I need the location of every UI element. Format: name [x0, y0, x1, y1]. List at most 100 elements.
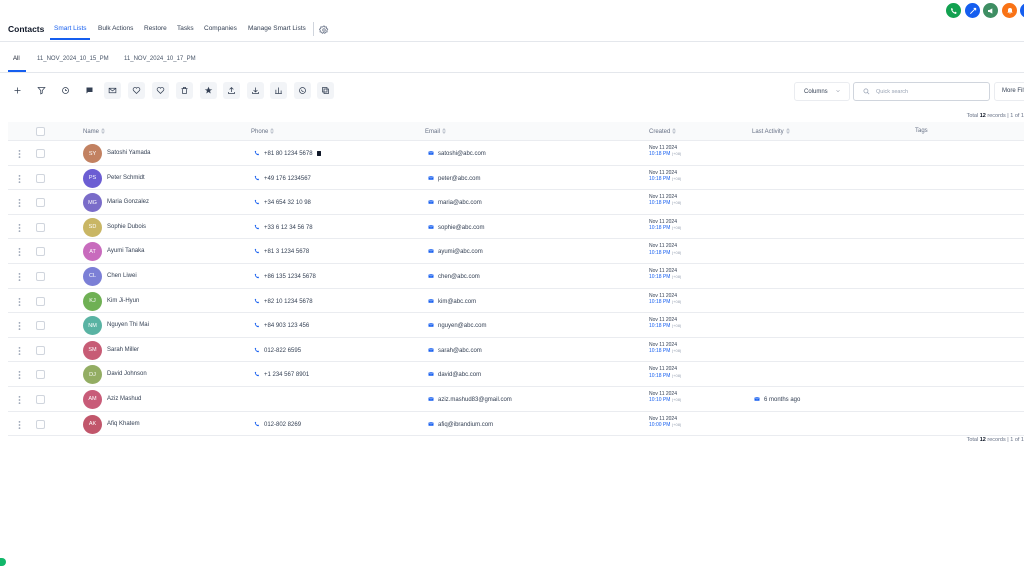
row-checkbox[interactable]: [36, 370, 45, 380]
phone-cell[interactable]: 012-822 6595: [254, 347, 301, 354]
table-row[interactable]: SD Sophie Dubois +33 6 12 34 56 78 sophi…: [8, 214, 1024, 240]
table-row[interactable]: AK Afiq Khatem 012-802 8269 afiq@ibrandi…: [8, 411, 1024, 437]
email-cell[interactable]: kim@abc.com: [428, 298, 476, 305]
header-name[interactable]: Name: [83, 128, 106, 135]
kebab-menu-icon[interactable]: [18, 371, 21, 380]
phone-cell[interactable]: +84 903 123 456: [254, 322, 309, 329]
dispatch-icon[interactable]: [965, 3, 980, 18]
row-checkbox[interactable]: [36, 173, 45, 183]
bell-icon[interactable]: [1002, 3, 1017, 18]
columns-button[interactable]: Columns: [794, 82, 850, 101]
email-cell[interactable]: peter@abc.com: [428, 175, 480, 182]
select-all-checkbox[interactable]: [36, 127, 45, 136]
email-cell[interactable]: afiq@ibrandium.com: [428, 421, 493, 428]
phone-cell[interactable]: 012-802 8269: [254, 421, 301, 428]
kebab-menu-icon[interactable]: [18, 346, 21, 355]
contact-name[interactable]: Sarah Miller: [107, 347, 139, 353]
copy-icon[interactable]: [316, 150, 322, 156]
duplicate-icon[interactable]: [317, 82, 334, 99]
email-cell[interactable]: david@abc.com: [428, 371, 481, 378]
contact-name[interactable]: Aziz Mashud: [107, 396, 141, 402]
email-cell[interactable]: ayumi@abc.com: [428, 248, 483, 255]
phone-cell[interactable]: +1 234 567 8901: [254, 371, 309, 378]
phone-cell[interactable]: +49 176 1234567: [254, 175, 311, 182]
header-tags[interactable]: Tags: [915, 128, 928, 134]
contact-name[interactable]: David Johnson: [107, 371, 147, 377]
table-row[interactable]: CL Chen Liwei +86 135 1234 5678 chen@abc…: [8, 263, 1024, 289]
phone-cell[interactable]: +81 80 1234 5678: [254, 150, 326, 157]
kebab-menu-icon[interactable]: [18, 297, 21, 306]
tab-companies[interactable]: Companies: [204, 25, 237, 32]
email-cell[interactable]: chen@abc.com: [428, 273, 480, 280]
row-checkbox[interactable]: [36, 296, 45, 306]
message-icon[interactable]: [81, 82, 98, 99]
email-cell[interactable]: satoshi@abc.com: [428, 150, 486, 157]
phone-cell[interactable]: +86 135 1234 5678: [254, 273, 316, 280]
table-row[interactable]: AM Aziz Mashud aziz.mashud83@gmail.com N…: [8, 386, 1024, 412]
contact-name[interactable]: Kim Ji-Hyun: [107, 298, 139, 304]
phone-cell[interactable]: +33 6 12 34 56 78: [254, 224, 313, 231]
row-checkbox[interactable]: [36, 198, 45, 208]
kebab-menu-icon[interactable]: [18, 174, 21, 183]
megaphone-icon[interactable]: [983, 3, 998, 18]
kebab-menu-icon[interactable]: [18, 248, 21, 257]
tab-smart-lists[interactable]: Smart Lists: [54, 25, 87, 32]
row-checkbox[interactable]: [36, 345, 45, 355]
tab-bulk-actions[interactable]: Bulk Actions: [98, 25, 133, 32]
phone-cell[interactable]: +82 10 1234 5678: [254, 298, 313, 305]
subtab-all[interactable]: All: [13, 56, 20, 62]
row-checkbox[interactable]: [36, 271, 45, 281]
table-row[interactable]: PS Peter Schmidt +49 176 1234567 peter@a…: [8, 165, 1024, 191]
tab-restore[interactable]: Restore: [144, 25, 167, 32]
table-row[interactable]: MG Maria Gonzalez +34 654 32 10 98 maria…: [8, 190, 1024, 215]
row-checkbox[interactable]: [36, 321, 45, 331]
contact-name[interactable]: Chen Liwei: [107, 273, 137, 279]
filter-icon[interactable]: [33, 82, 50, 99]
heart-add-icon[interactable]: [128, 82, 145, 99]
table-row[interactable]: NM Nguyen Thi Mai +84 903 123 456 nguyen…: [8, 313, 1024, 338]
contact-name[interactable]: Satoshi Yamada: [107, 150, 150, 156]
header-created[interactable]: Created: [649, 128, 677, 135]
tab-manage-smart-lists[interactable]: Manage Smart Lists: [248, 25, 306, 32]
user-avatar[interactable]: [1020, 3, 1024, 18]
header-email[interactable]: Email: [425, 128, 447, 135]
plus-icon[interactable]: [9, 82, 26, 99]
heart-remove-icon[interactable]: [152, 82, 169, 99]
phone-icon[interactable]: [946, 3, 961, 18]
table-row[interactable]: DJ David Johnson +1 234 567 8901 david@a…: [8, 362, 1024, 387]
phone-cell[interactable]: +34 654 32 10 98: [254, 199, 311, 206]
email-cell[interactable]: sophie@abc.com: [428, 224, 484, 231]
table-row[interactable]: AT Ayumi Tanaka +81 3 1234 5678 ayumi@ab…: [8, 239, 1024, 264]
workflow-icon[interactable]: [57, 82, 74, 99]
contact-name[interactable]: Peter Schmidt: [107, 175, 145, 181]
kebab-menu-icon[interactable]: [18, 223, 21, 232]
table-row[interactable]: SY Satoshi Yamada +81 80 1234 5678 satos…: [8, 141, 1024, 166]
gear-icon[interactable]: [319, 25, 329, 35]
tab-tasks[interactable]: Tasks: [177, 25, 194, 32]
subtab-list-1017[interactable]: 11_NOV_2024_10_17_PM: [124, 56, 196, 62]
kebab-menu-icon[interactable]: [18, 150, 21, 158]
chat-widget-handle[interactable]: [0, 558, 6, 566]
row-checkbox[interactable]: [36, 222, 45, 232]
email-cell[interactable]: aziz.mashud83@gmail.com: [428, 396, 512, 403]
kebab-menu-icon[interactable]: [18, 420, 21, 429]
header-phone[interactable]: Phone: [251, 128, 275, 135]
merge-icon[interactable]: [270, 82, 287, 99]
trash-icon[interactable]: [176, 82, 193, 99]
whatsapp-icon[interactable]: [294, 82, 311, 99]
contact-name[interactable]: Maria Gonzalez: [107, 199, 149, 205]
row-checkbox[interactable]: [36, 149, 45, 158]
email-cell[interactable]: nguyen@abc.com: [428, 322, 486, 329]
row-checkbox[interactable]: [36, 247, 45, 257]
contact-name[interactable]: Sophie Dubois: [107, 224, 146, 230]
mail-icon[interactable]: [104, 82, 121, 99]
table-row[interactable]: KJ Kim Ji-Hyun +82 10 1234 5678 kim@abc.…: [8, 288, 1024, 314]
contact-name[interactable]: Ayumi Tanaka: [107, 248, 144, 254]
contact-name[interactable]: Nguyen Thi Mai: [107, 322, 149, 328]
phone-cell[interactable]: +81 3 1234 5678: [254, 248, 309, 255]
email-cell[interactable]: maria@abc.com: [428, 199, 482, 206]
email-cell[interactable]: sarah@abc.com: [428, 347, 482, 354]
kebab-menu-icon[interactable]: [18, 322, 21, 331]
row-checkbox[interactable]: [36, 419, 45, 429]
star-icon[interactable]: [200, 82, 217, 99]
